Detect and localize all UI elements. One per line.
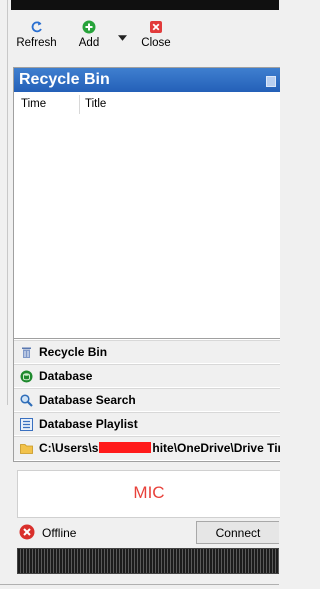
column-header-title[interactable]: Title [80, 95, 278, 114]
nav-item-folder-path[interactable]: C:\Users\s hite\OneDrive\Drive Tim [14, 436, 280, 460]
recycle-bin-list[interactable] [16, 114, 278, 338]
nav-label: Database [39, 369, 93, 383]
nav-item-database-playlist[interactable]: Database Playlist [14, 412, 280, 435]
add-dropdown-button[interactable] [115, 32, 129, 42]
add-icon [82, 20, 96, 34]
add-label: Add [78, 37, 100, 49]
close-button[interactable]: Close [136, 20, 176, 56]
nav-item-database-search[interactable]: Database Search [14, 388, 280, 411]
toolbar: Refresh Add Close [12, 20, 279, 56]
refresh-icon [31, 21, 42, 33]
close-icon [150, 21, 162, 33]
bottom-divider [0, 584, 279, 585]
panel-divider [14, 338, 280, 339]
recycle-bin-panel: Recycle Bin Time Title Recycle Bin Datab… [13, 67, 280, 462]
redaction-mark [99, 442, 152, 453]
top-dark-strip [11, 0, 279, 10]
left-divider [7, 0, 8, 405]
close-label: Close [141, 37, 171, 49]
path-suffix: hite\OneDrive\Drive Tim [152, 441, 280, 455]
database-icon [20, 370, 33, 383]
mic-panel[interactable]: MIC [17, 470, 280, 518]
offline-icon [19, 524, 35, 540]
pin-icon[interactable] [266, 76, 276, 87]
search-icon [20, 394, 33, 407]
panel-title: Recycle Bin [19, 71, 110, 88]
chevron-down-icon [117, 35, 127, 41]
folder-icon [20, 444, 33, 454]
nav-item-database[interactable]: Database [14, 364, 280, 387]
nav-label: Database Playlist [39, 417, 138, 431]
nav-label: Recycle Bin [39, 345, 108, 359]
audio-level-meter [17, 548, 279, 574]
status-text: Offline [42, 526, 77, 540]
path-prefix: C:\Users\s [39, 441, 99, 455]
add-button[interactable]: Add [74, 20, 104, 56]
grid-header: Time Title [16, 95, 278, 115]
connect-button[interactable]: Connect [196, 521, 279, 544]
nav-item-recycle-bin[interactable]: Recycle Bin [14, 340, 280, 363]
mic-label: MIC [133, 483, 165, 502]
refresh-button[interactable]: Refresh [14, 20, 59, 56]
refresh-label: Refresh [16, 37, 57, 49]
trash-icon [22, 347, 31, 358]
playlist-icon [20, 418, 33, 431]
panel-header: Recycle Bin [14, 68, 280, 92]
nav-label: Database Search [39, 393, 136, 407]
column-header-time[interactable]: Time [16, 95, 80, 114]
